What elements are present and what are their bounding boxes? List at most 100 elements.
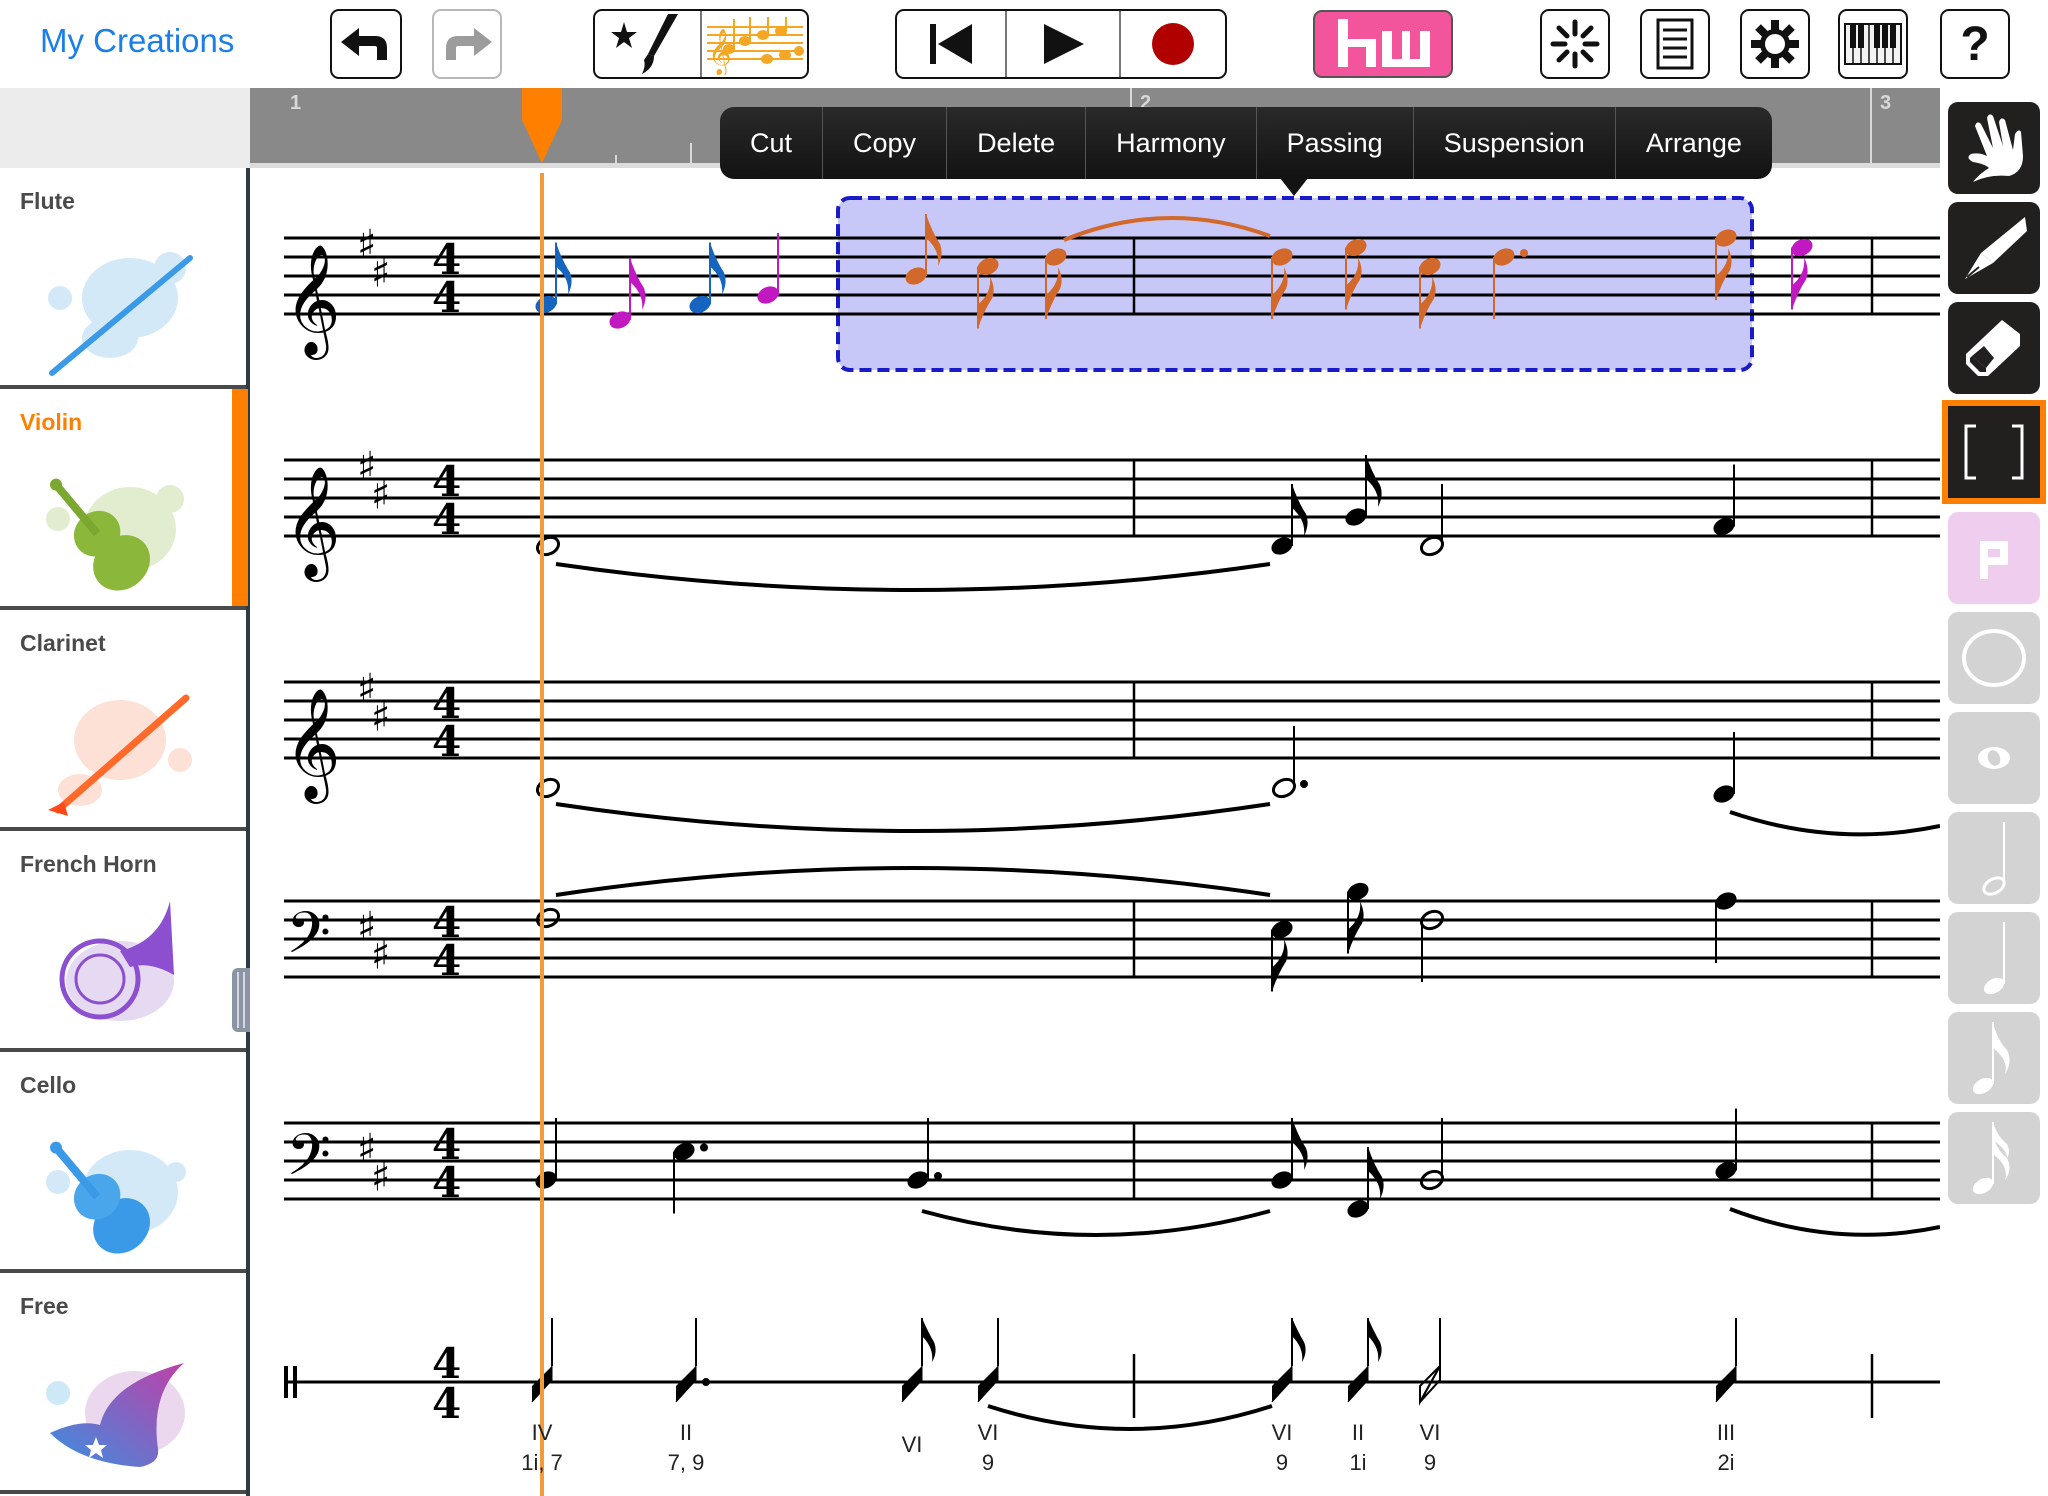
menu-item-passing[interactable]: Passing (1255, 107, 1413, 179)
measure-number: 3 (1880, 92, 1892, 114)
ruler-corner (0, 88, 250, 168)
wizard-hat-icon (46, 1363, 185, 1467)
record-button[interactable] (1119, 11, 1225, 77)
sixteenth-note-button[interactable] (1948, 1112, 2040, 1204)
pedal-tool-button[interactable] (1948, 512, 2040, 604)
note-flag (1792, 257, 1808, 310)
eighth-note-button[interactable] (1948, 1012, 2040, 1104)
settings-button[interactable] (1740, 9, 1810, 79)
piano-keys-icon (1844, 23, 1902, 65)
rewind-button[interactable] (897, 11, 1005, 77)
bass-clef-icon: 𝄢 (286, 899, 331, 981)
dot (702, 1378, 710, 1386)
track-flute[interactable]: Flute (0, 168, 246, 389)
playhead-marker[interactable] (522, 88, 562, 163)
score-canvas[interactable]: 𝄞 ♯ ♯ 4 4 𝄞 ♯ ♯ 4 4 𝄞 ♯ ♯ 4 4 𝄢 ♯ ♯ 4 4 𝄢 ♯ ♯ 4 4 4 4 (254, 173, 1940, 1496)
spinner-button[interactable] (1540, 9, 1610, 79)
undo-button[interactable] (330, 9, 402, 79)
hand-icon (1968, 114, 2023, 182)
redo-button[interactable] (432, 9, 502, 79)
violin-icon (46, 478, 184, 591)
note-flag (1368, 1147, 1384, 1199)
score-view-button[interactable]: 𝄞 (700, 11, 807, 77)
track-free[interactable]: Free (0, 1273, 246, 1494)
hand-tool-button[interactable] (1948, 102, 2040, 194)
chord-roman: II (1351, 1420, 1365, 1445)
chord-roman: VI (1271, 1420, 1293, 1445)
ruler-tick (690, 143, 692, 163)
help-button[interactable]: ? (1940, 9, 2010, 79)
note-head (535, 535, 561, 557)
quarter-note-button[interactable] (1948, 912, 2040, 1004)
bass-clef-icon: 𝄢 (286, 1121, 331, 1203)
whole-note-icon (1978, 747, 2010, 769)
top-toolbar: My Creations 𝄞 ? (0, 0, 2048, 88)
gear-icon (1751, 20, 1799, 68)
pen-tool-button[interactable] (1948, 202, 2040, 294)
redo-arrow-icon (446, 28, 492, 60)
track-name: Clarinet (20, 630, 106, 656)
chord-label: II 7, 9 (646, 1418, 726, 1478)
play-icon (1044, 24, 1084, 64)
menu-item-delete[interactable]: Delete (946, 107, 1085, 179)
select-tool-button[interactable] (1942, 400, 2046, 504)
circle-tool-button[interactable] (1948, 612, 2040, 704)
music-score-icon: 𝄞 (706, 17, 804, 75)
track-name: Cello (20, 1072, 77, 1098)
whole-note-button[interactable] (1948, 712, 2040, 804)
flute-icon (48, 252, 193, 376)
chord-label: IV 1i, 7 (502, 1418, 582, 1478)
clarinet-icon (48, 694, 192, 816)
keyboard-button[interactable] (1838, 9, 1908, 79)
menu-item-suspension[interactable]: Suspension (1412, 107, 1615, 179)
chord-roman: VI (901, 1432, 923, 1457)
menu-item-harmony[interactable]: Harmony (1085, 107, 1256, 179)
menu-item-copy[interactable]: Copy (822, 107, 946, 179)
eraser-tool-button[interactable] (1948, 302, 2040, 394)
time-signature-bottom: 4 (432, 273, 461, 322)
chord-label: VI 9 (948, 1418, 1028, 1478)
chord-figures: 2i (1717, 1450, 1735, 1475)
menu-item-arrange[interactable]: Arrange (1614, 107, 1772, 179)
sharp-icon: ♯ (371, 933, 390, 979)
play-button[interactable] (1005, 11, 1119, 77)
my-creations-link[interactable]: My Creations (40, 22, 234, 60)
track-name: Flute (20, 188, 75, 214)
sheet-button[interactable] (1640, 9, 1710, 79)
sidebar-resize-handle[interactable] (232, 968, 250, 1032)
menu-item-cut[interactable]: Cut (720, 107, 822, 179)
chord-roman: VI (1419, 1420, 1441, 1445)
time-signature-bottom: 4 (432, 495, 461, 544)
sixteenth-note-icon (1972, 1122, 2010, 1195)
chord-figures: 9 (981, 1450, 995, 1475)
style-brush-button[interactable] (595, 11, 700, 77)
time-signature-bottom: 4 (432, 1158, 461, 1207)
track-violin[interactable]: Violin (0, 389, 248, 610)
context-menu-pointer (1280, 178, 1308, 196)
slur (555, 866, 1271, 897)
track-french-horn[interactable]: French Horn (0, 831, 246, 1052)
record-icon (1152, 23, 1194, 65)
chord-roman: III (1716, 1420, 1736, 1445)
pen-icon (1965, 217, 2027, 279)
chord-figures: 7, 9 (667, 1450, 705, 1475)
half-note-button[interactable] (1948, 812, 2040, 904)
rhythm-flag (1368, 1318, 1382, 1362)
track-clarinet[interactable]: Clarinet (0, 610, 246, 831)
note-head (535, 777, 561, 799)
treble-clef-icon: 𝄞 (284, 243, 341, 360)
sharp-icon: ♯ (371, 473, 390, 519)
mode-segment: 𝄞 (593, 9, 809, 79)
chord-label: VI (872, 1430, 952, 1460)
track-cello[interactable]: Cello (0, 1052, 246, 1273)
circle-icon (1962, 629, 2026, 687)
eighth-note-icon (1972, 1022, 2010, 1095)
hw-button[interactable] (1313, 10, 1453, 78)
ruler-tick (615, 155, 617, 163)
chord-label: VI 9 (1390, 1418, 1470, 1478)
chord-figures: 9 (1423, 1450, 1437, 1475)
slur (555, 802, 1271, 833)
slur (1729, 810, 1940, 837)
note-flag (1292, 484, 1308, 536)
note-flag (630, 258, 646, 310)
